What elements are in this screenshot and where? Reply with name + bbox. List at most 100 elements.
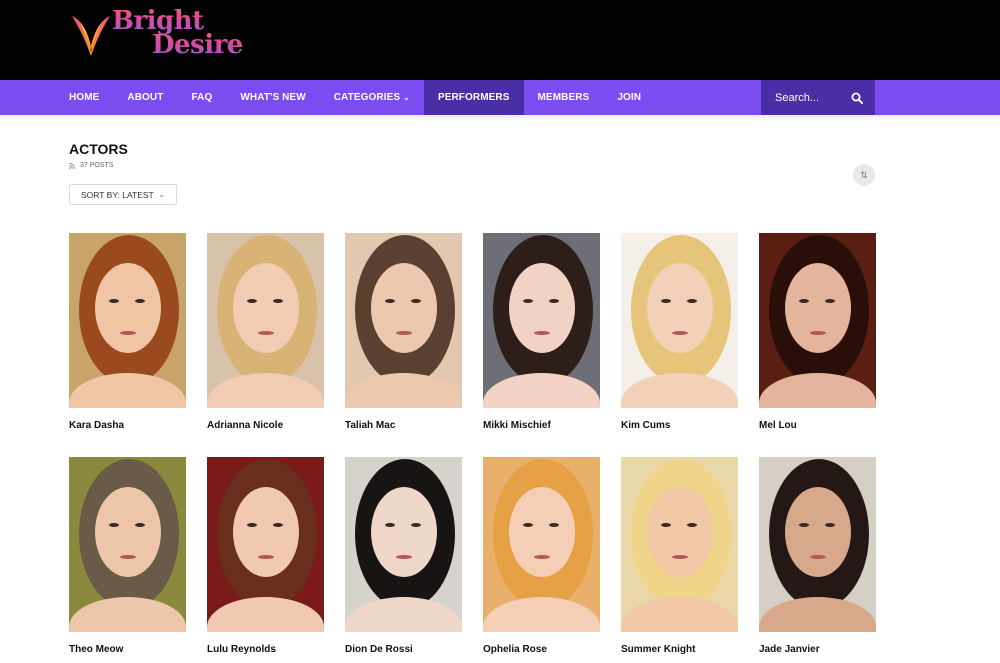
portrait-eye bbox=[523, 299, 533, 303]
performer-photo[interactable] bbox=[621, 457, 738, 632]
performer-photo[interactable] bbox=[759, 457, 876, 632]
portrait-shoulders bbox=[345, 373, 462, 408]
sort-dropdown[interactable]: SORT BY: LATEST ⌄ bbox=[69, 184, 177, 205]
performer-name[interactable]: Jade Janvier bbox=[759, 644, 820, 655]
site-header: Bright Desire bbox=[0, 0, 1000, 80]
portrait-mouth bbox=[120, 331, 136, 335]
performer-photo[interactable] bbox=[207, 233, 324, 408]
portrait-mouth bbox=[534, 555, 550, 559]
nav-item-label: MEMBERS bbox=[537, 92, 590, 103]
performer-photo[interactable] bbox=[345, 457, 462, 632]
portrait-mouth bbox=[258, 555, 274, 559]
chevron-down-icon: ⌄ bbox=[158, 190, 165, 199]
site-logo[interactable]: Bright Desire bbox=[70, 6, 245, 58]
portrait-eye bbox=[661, 523, 671, 527]
portrait-shoulders bbox=[483, 373, 600, 408]
portrait-mouth bbox=[120, 555, 136, 559]
performer-name[interactable]: Summer Knight bbox=[621, 644, 695, 655]
portrait-eye bbox=[385, 523, 395, 527]
performer-photo[interactable] bbox=[69, 457, 186, 632]
nav-item-what-s-new[interactable]: WHAT'S NEW bbox=[226, 80, 319, 115]
portrait-mouth bbox=[810, 555, 826, 559]
portrait-shoulders bbox=[345, 597, 462, 632]
performer-card[interactable]: Jade Janvier bbox=[759, 457, 876, 663]
nav-item-label: CATEGORIES bbox=[333, 92, 401, 103]
nav-shadow bbox=[0, 115, 1000, 121]
nav-menu: HOME ABOUT FAQ WHAT'S NEW CATEGORIES ⌄ PERFORM… bbox=[55, 80, 655, 115]
nav-item-members[interactable]: MEMBERS bbox=[524, 80, 604, 115]
rss-icon bbox=[69, 162, 75, 169]
portrait-eye bbox=[273, 523, 283, 527]
portrait-face bbox=[371, 263, 437, 353]
performer-name[interactable]: Kim Cums bbox=[621, 420, 670, 431]
performer-name[interactable]: Dion De Rossi bbox=[345, 644, 413, 655]
performer-name[interactable]: Mel Lou bbox=[759, 420, 797, 431]
performer-card[interactable]: Adrianna Nicole bbox=[207, 233, 324, 457]
performer-photo[interactable] bbox=[69, 233, 186, 408]
performer-photo[interactable] bbox=[759, 233, 876, 408]
portrait-face bbox=[233, 487, 299, 577]
performer-card[interactable]: Lulu Reynolds bbox=[207, 457, 324, 663]
performer-card[interactable]: Taliah Mac bbox=[345, 233, 462, 457]
posts-count: 37 POSTS bbox=[69, 162, 113, 169]
portrait-shoulders bbox=[207, 597, 324, 632]
nav-item-label: FAQ bbox=[191, 92, 213, 103]
portrait-shoulders bbox=[483, 597, 600, 632]
portrait-eye bbox=[687, 523, 697, 527]
flame-heart-icon bbox=[72, 16, 110, 56]
sort-order-button[interactable]: ⇅ bbox=[853, 164, 875, 186]
portrait-eye bbox=[247, 299, 257, 303]
portrait-face bbox=[95, 263, 161, 353]
portrait-eye bbox=[799, 523, 809, 527]
nav-item-label: WHAT'S NEW bbox=[240, 92, 306, 103]
portrait-face bbox=[647, 263, 713, 353]
portrait-face bbox=[371, 487, 437, 577]
search-icon[interactable] bbox=[851, 92, 863, 104]
performer-photo[interactable] bbox=[207, 457, 324, 632]
portrait-shoulders bbox=[759, 373, 876, 408]
portrait-eye bbox=[247, 523, 257, 527]
nav-item-categories[interactable]: CATEGORIES ⌄ bbox=[320, 80, 424, 115]
performer-name[interactable]: Taliah Mac bbox=[345, 420, 395, 431]
performer-card[interactable]: Mel Lou bbox=[759, 233, 876, 457]
nav-item-home[interactable]: HOME bbox=[55, 80, 113, 115]
nav-item-faq[interactable]: FAQ bbox=[177, 80, 226, 115]
performer-card[interactable]: Kara Dasha bbox=[69, 233, 186, 457]
performer-name[interactable]: Kara Dasha bbox=[69, 420, 124, 431]
performer-card[interactable]: Dion De Rossi bbox=[345, 457, 462, 663]
portrait-face bbox=[509, 487, 575, 577]
performer-card[interactable]: Kim Cums bbox=[621, 233, 738, 457]
performer-name[interactable]: Adrianna Nicole bbox=[207, 420, 283, 431]
performer-name[interactable]: Ophelia Rose bbox=[483, 644, 547, 655]
portrait-eye bbox=[109, 523, 119, 527]
portrait-eye bbox=[273, 299, 283, 303]
performer-card[interactable]: Summer Knight bbox=[621, 457, 738, 663]
performer-photo[interactable] bbox=[483, 233, 600, 408]
performers-grid: Kara Dasha Adrianna Nicole Taliah Mac Mikki… bbox=[69, 233, 876, 663]
sort-label: SORT BY: LATEST bbox=[81, 189, 154, 200]
sort-order-icon: ⇅ bbox=[860, 169, 868, 180]
portrait-face bbox=[785, 263, 851, 353]
nav-item-about[interactable]: ABOUT bbox=[113, 80, 177, 115]
performer-photo[interactable] bbox=[483, 457, 600, 632]
nav-item-join[interactable]: JOIN bbox=[603, 80, 655, 115]
portrait-mouth bbox=[396, 555, 412, 559]
portrait-shoulders bbox=[621, 373, 738, 408]
portrait-mouth bbox=[534, 331, 550, 335]
performer-name[interactable]: Theo Meow bbox=[69, 644, 123, 655]
performer-name[interactable]: Mikki Mischief bbox=[483, 420, 551, 431]
portrait-mouth bbox=[396, 331, 412, 335]
performer-card[interactable]: Mikki Mischief bbox=[483, 233, 600, 457]
performer-card[interactable]: Ophelia Rose bbox=[483, 457, 600, 663]
performer-photo[interactable] bbox=[345, 233, 462, 408]
performer-card[interactable]: Theo Meow bbox=[69, 457, 186, 663]
performer-name[interactable]: Lulu Reynolds bbox=[207, 644, 276, 655]
portrait-eye bbox=[109, 299, 119, 303]
portrait-eye bbox=[687, 299, 697, 303]
performer-photo[interactable] bbox=[621, 233, 738, 408]
portrait-eye bbox=[799, 299, 809, 303]
nav-item-performers[interactable]: PERFORMERS bbox=[423, 80, 524, 115]
chevron-down-icon: ⌄ bbox=[403, 93, 410, 102]
search-input[interactable] bbox=[761, 80, 849, 115]
portrait-mouth bbox=[672, 555, 688, 559]
